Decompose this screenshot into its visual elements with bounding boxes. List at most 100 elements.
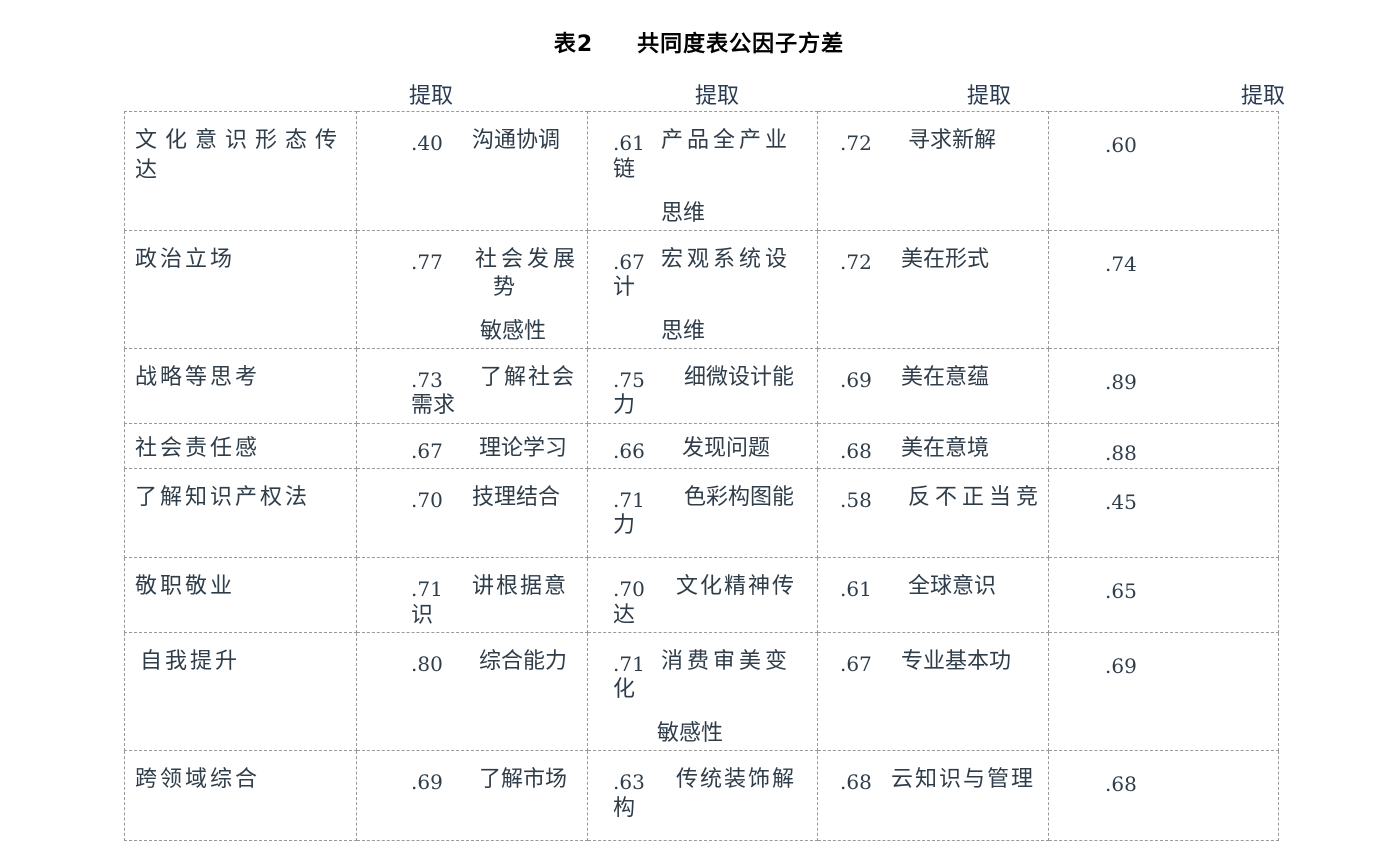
- table-cell: .60: [1048, 111, 1279, 231]
- item-label: 战略等思考: [135, 365, 261, 390]
- item-label: 敏感性: [480, 319, 547, 344]
- value: .65: [1105, 579, 1137, 603]
- item-label: 消费审美变: [661, 649, 792, 674]
- table-cell: .40 沟通协调: [356, 111, 588, 231]
- table-cell: .71 消费审美变 化 敏感性: [587, 632, 818, 751]
- table-cell: .58 反不正当竞: [817, 468, 1049, 558]
- table-cell: .73 了解社会 需求: [356, 348, 588, 424]
- item-label: 思维: [661, 319, 706, 344]
- table-cell: .65: [1048, 557, 1279, 633]
- item-label: 社会责任感: [135, 436, 261, 461]
- value: .69: [840, 368, 872, 392]
- table-row: 自我提升 .80 综合能力 .71 消费审美变 化 敏感性 .67 专业基本功 …: [124, 632, 1279, 751]
- item-label: 需求: [411, 393, 456, 418]
- value: .72: [840, 131, 872, 155]
- column-header-extract-3: 提取: [967, 84, 1012, 109]
- item-label: 产品全产业: [661, 128, 792, 153]
- value: .69: [1105, 654, 1137, 678]
- item-label: 敏感性: [657, 721, 724, 746]
- table-row: 了解知识产权法 .70 技理结合 .71 色彩构图能 力 .58 反不正当竞 .…: [124, 468, 1279, 558]
- table-cell: .68 云知识与管理: [817, 750, 1049, 841]
- item-label: 反不正当竞: [908, 485, 1044, 510]
- column-header-extract-1: 提取: [409, 84, 454, 109]
- table-cell: .75 细微设计能 力: [587, 348, 818, 424]
- item-label: 社会发展: [475, 247, 580, 272]
- value: .70: [411, 488, 443, 512]
- table-cell: .77 社会发展 势 敏感性: [356, 230, 588, 349]
- value: .66: [613, 439, 645, 463]
- value: .67: [840, 652, 872, 676]
- value: .80: [411, 652, 443, 676]
- value: .68: [840, 439, 872, 463]
- table-cell: .72 寻求新解: [817, 111, 1049, 231]
- table-cell: .67 专业基本功: [817, 632, 1049, 751]
- item-label: 达: [613, 603, 636, 628]
- value: .61: [613, 131, 645, 155]
- value: .74: [1105, 252, 1137, 276]
- item-label: 发现问题: [682, 436, 771, 461]
- item-label: 美在意境: [901, 436, 990, 461]
- item-label: 了解知识产权法: [135, 485, 311, 510]
- value: .72: [840, 250, 872, 274]
- table-number: 表2: [553, 32, 594, 57]
- item-label: 识: [411, 603, 434, 628]
- table-cell: .71 讲根据意 识: [356, 557, 588, 633]
- item-label: 文化精神传: [676, 574, 797, 599]
- table-cell: .69 美在意蕴: [817, 348, 1049, 424]
- item-label: 跨领域综合: [135, 767, 261, 792]
- value: .88: [1105, 441, 1137, 465]
- item-label: 讲根据意: [472, 574, 569, 599]
- value: .67: [411, 439, 443, 463]
- item-label: 力: [613, 513, 636, 538]
- item-label: 美在形式: [901, 247, 990, 272]
- table-caption: 共同度表公因子方差: [637, 32, 845, 57]
- table-row: 文化意识形态传达 .40 沟通协调 .61 产品全产业 链 思维 .72 寻求新…: [124, 111, 1279, 231]
- value: .77: [411, 250, 443, 274]
- column-header-extract-2: 提取: [695, 84, 740, 109]
- item-label: 文化意识形态传达: [135, 128, 346, 183]
- item-label: 了解市场: [479, 767, 568, 792]
- item-label: 综合能力: [479, 649, 568, 674]
- table-cell: .80 综合能力: [356, 632, 588, 751]
- table-cell: .72 美在形式: [817, 230, 1049, 349]
- item-label: 力: [613, 393, 636, 418]
- table-cell: .89: [1048, 348, 1279, 424]
- table-cell: .68 美在意境: [817, 423, 1049, 469]
- table-cell: .74: [1048, 230, 1279, 349]
- communality-table: 文化意识形态传达 .40 沟通协调 .61 产品全产业 链 思维 .72 寻求新…: [124, 111, 1279, 841]
- value: .68: [840, 770, 872, 794]
- column-header-extract-4: 提取: [1241, 84, 1286, 109]
- item-label: 技理结合: [472, 485, 561, 510]
- table-cell: .88: [1048, 423, 1279, 469]
- table-row: 跨领域综合 .69 了解市场 .63 传统装饰解 构 .68 云知识与管理 .6…: [124, 750, 1279, 841]
- value: .68: [1105, 772, 1137, 796]
- table-cell: .69 了解市场: [356, 750, 588, 841]
- table-cell: 文化意识形态传达: [124, 111, 357, 231]
- table-title: 表2 共同度表公因子方差: [0, 26, 1398, 58]
- item-label: 宏观系统设: [661, 247, 792, 272]
- table-cell: .70 文化精神传 达: [587, 557, 818, 633]
- value: .89: [1105, 370, 1137, 394]
- value: .45: [1105, 490, 1137, 514]
- table-cell: 自我提升: [124, 632, 357, 751]
- value: .70: [613, 577, 645, 601]
- item-label: 自我提升: [140, 649, 241, 674]
- item-label: 云知识与管理: [891, 767, 1036, 792]
- table-cell: 跨领域综合: [124, 750, 357, 841]
- table-cell: .63 传统装饰解 构: [587, 750, 818, 841]
- value: .71: [411, 577, 443, 601]
- table-cell: 敬职敬业: [124, 557, 357, 633]
- table-cell: .67 理论学习: [356, 423, 588, 469]
- value: .60: [1105, 133, 1137, 157]
- item-label: 专业基本功: [901, 649, 1012, 674]
- item-label: 势: [493, 275, 516, 300]
- table-cell: .71 色彩构图能 力: [587, 468, 818, 558]
- item-label: 了解社会: [480, 365, 577, 390]
- value: .40: [411, 131, 443, 155]
- table-row: 战略等思考 .73 了解社会 需求 .75 细微设计能 力 .69 美在意蕴 .…: [124, 348, 1279, 424]
- value: .63: [613, 770, 645, 794]
- table-cell: .45: [1048, 468, 1279, 558]
- item-label: 政治立场: [135, 247, 236, 272]
- item-label: 色彩构图能: [684, 485, 795, 510]
- item-label: 敬职敬业: [135, 574, 236, 599]
